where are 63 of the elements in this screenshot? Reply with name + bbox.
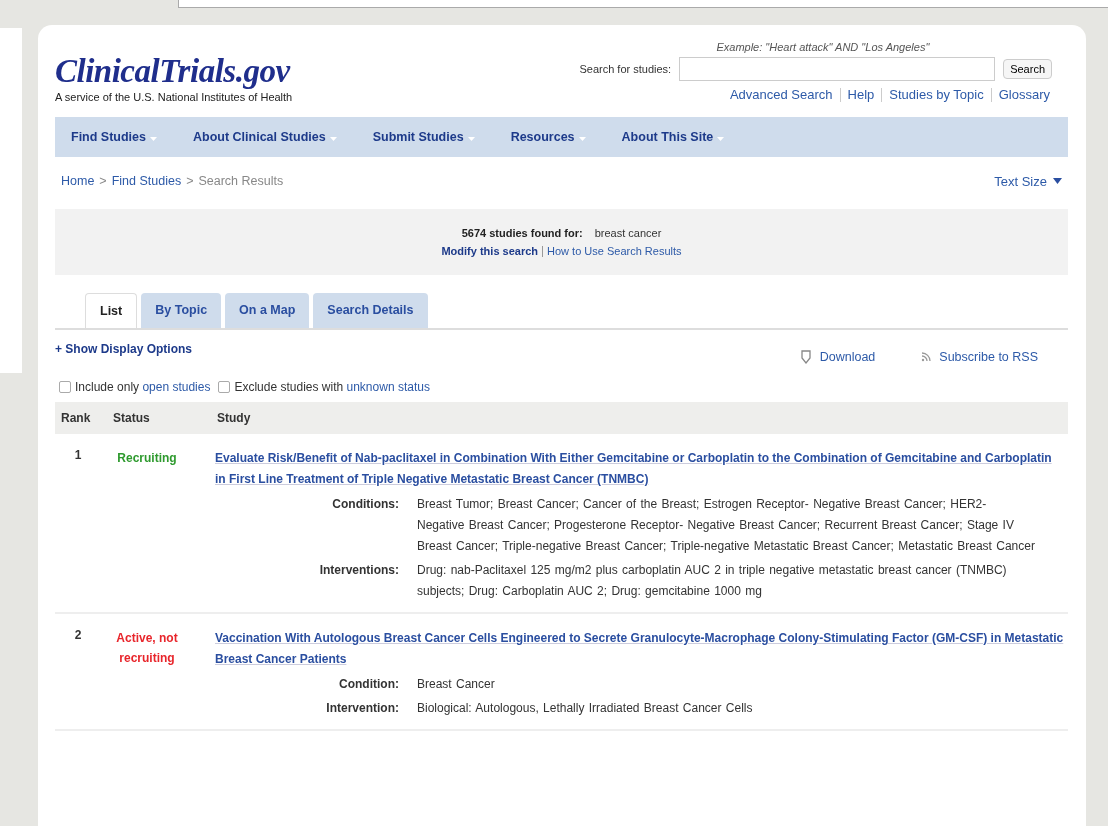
search-field[interactable]	[679, 57, 996, 81]
breadcrumb-link[interactable]: Find Studies	[111, 174, 182, 188]
study-title-link[interactable]: Vaccination With Autologous Breast Cancer Cells Engineered to Secrete Granulocyte-Macrophage Colony-Stimulating Factor (GM-CSF) in Metastatic Breast Cancer Patients	[215, 628, 1064, 670]
rank-number: 2	[73, 628, 83, 644]
detail-value: Breast Cancer	[417, 676, 496, 693]
nav-menu-item[interactable]: Find Studies	[71, 130, 157, 144]
caret-icon	[150, 137, 157, 141]
view-tab[interactable]: Search Details	[313, 293, 428, 328]
filter-link[interactable]: unknown status	[346, 380, 430, 394]
header-link[interactable]: Advanced Search	[729, 87, 833, 102]
column-header: Study	[217, 411, 251, 425]
header-link[interactable]: Studies by Topic	[889, 87, 984, 102]
view-tab[interactable]: On a Map	[225, 293, 310, 328]
detail-label: Interventions:	[318, 562, 399, 579]
nav-menu-item[interactable]: Submit Studies	[372, 130, 475, 144]
column-header: Rank	[61, 411, 92, 425]
search-example: Example: "Heart attack" AND "Los Angeles"	[716, 41, 930, 53]
detail-value: Breast Tumor; Breast Cancer; Cancer of the Breast; Estrogen Receptor- Negative Breast Cancer; HER2- Negative Breast Cancer; Progesterone Receptor- Negative Breast Cancer; Recurrent Breast Cancer; Stage IV Breast Cancer; Triple-negative Breast Cancer; Triple-negative Metastatic Breast Cancer; Metastatic Breast Cancer	[417, 496, 1036, 555]
search-label: Search for studies:	[579, 63, 672, 75]
display-options-link[interactable]: + Show Display Options	[55, 342, 193, 364]
rss-icon	[921, 352, 932, 362]
text-size-menu[interactable]: Text Size	[994, 173, 1062, 189]
view-tab[interactable]: List	[85, 293, 138, 328]
filter-label: Exclude studies with unknown status	[234, 380, 430, 394]
detail-label: Condition:	[338, 676, 399, 693]
search-button[interactable]: Search	[1003, 59, 1052, 79]
detail-label: Intervention:	[325, 700, 399, 717]
detail-label: Conditions:	[331, 496, 399, 513]
modify-search-link[interactable]: Modify this search	[441, 245, 539, 257]
rank-number: 1	[73, 448, 83, 464]
column-header: Status	[113, 411, 151, 425]
nav-menu-item[interactable]: About Clinical Studies	[193, 130, 337, 144]
search-query: breast cancer	[594, 227, 662, 239]
result-count: 5674 studies found for:	[461, 227, 583, 239]
caret-icon	[329, 137, 337, 141]
caret-icon	[1053, 178, 1062, 184]
nav-menu-item[interactable]: About This Site	[621, 130, 725, 144]
study-status: Recruiting	[116, 450, 178, 467]
header-link[interactable]: Help	[847, 87, 875, 102]
breadcrumb-current: Search Results	[198, 174, 284, 188]
study-title-link[interactable]: Evaluate Risk/Benefit of Nab-paclitaxel in Combination With Either Gemcitabine or Carboplatin to the Combination of Gemcitabine and Carboplatin in First Line Treatment of Triple Negative Metastatic Breast Cancer (TNMBC)	[215, 448, 1064, 490]
detail-value: Drug: nab-Paclitaxel 125 mg/m2 plus carboplatin AUC 2 in triple negative metastatic breast cancer (TNMBC) subjects; Drug: Carboplatin AUC 2; Drug: gemcitabine 1000 mg	[417, 562, 1008, 600]
download-link[interactable]: Download	[799, 350, 876, 364]
nav-menu-item[interactable]: Resources	[510, 130, 586, 144]
checkbox[interactable]	[59, 381, 71, 393]
tagline: A service of the U.S. National Institutes of Health	[55, 91, 293, 103]
caret-icon	[467, 137, 475, 141]
breadcrumb-separator: >	[99, 174, 107, 188]
header-link[interactable]: Glossary	[998, 87, 1050, 102]
checkbox[interactable]	[218, 381, 231, 393]
filter-label: Include only open studies	[75, 380, 211, 394]
caret-icon	[717, 137, 725, 141]
caret-icon	[578, 137, 586, 141]
rss-link[interactable]: Subscribe to RSS	[921, 350, 1038, 364]
breadcrumb-link[interactable]: Home	[61, 174, 95, 188]
study-status: Active, not recruiting	[115, 630, 179, 667]
detail-value: Biological: Autologous, Lethally Irradiated Breast Cancer Cells	[417, 700, 754, 717]
filter-link[interactable]: open studies	[142, 380, 211, 394]
view-tab[interactable]: By Topic	[141, 293, 222, 328]
site-logo[interactable]: ClinicalTrials.gov	[55, 53, 293, 89]
breadcrumb-separator: >	[186, 174, 194, 188]
download-icon	[799, 350, 812, 364]
search-help-link[interactable]: How to Use Search Results	[547, 245, 682, 257]
